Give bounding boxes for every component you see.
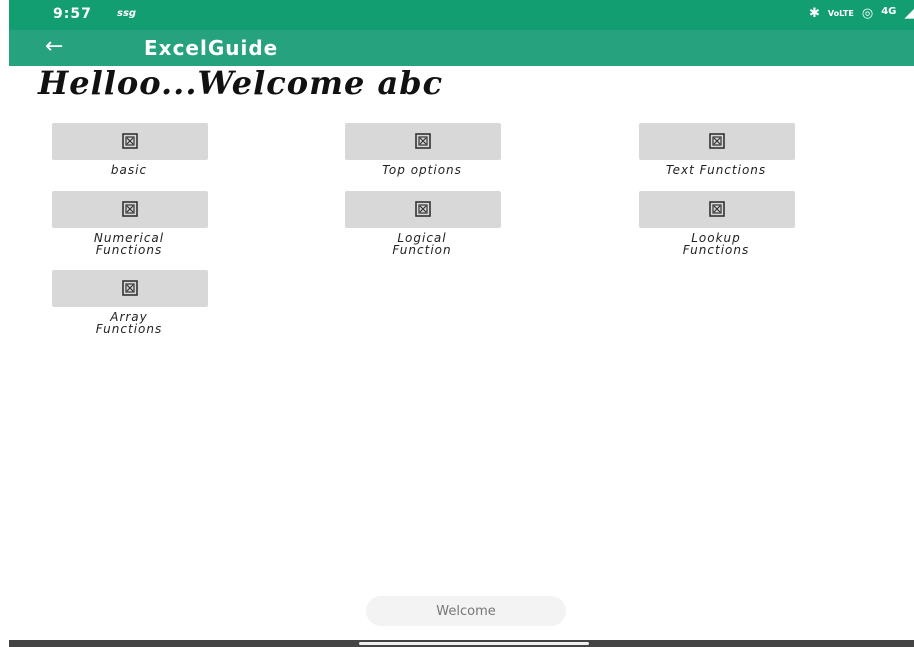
tile-basic: basic — [39, 123, 208, 176]
status-bar: 9:57 ssg ✱ VoLTE ◎ 4G ◢ ▮ — [9, 0, 914, 30]
app-title: ExcelGuide — [144, 36, 279, 60]
welcome-button[interactable]: Welcome — [366, 596, 566, 626]
logical-function-label: Logical Function — [392, 231, 452, 257]
numerical-functions-button[interactable] — [52, 191, 208, 228]
screen-edge — [0, 0, 9, 647]
excel-file-icon — [709, 201, 725, 217]
excel-file-icon — [122, 133, 138, 149]
top-options-label: Top options — [382, 163, 462, 177]
lookup-functions-label: Lookup Functions — [682, 231, 750, 257]
volte-icon: VoLTE — [827, 9, 854, 18]
home-gesture-handle[interactable] — [359, 642, 589, 645]
top-options-button[interactable] — [345, 123, 501, 160]
basic-button[interactable] — [52, 123, 208, 160]
navigation-bar — [9, 640, 914, 647]
back-arrow-icon[interactable]: ← — [45, 34, 63, 60]
excel-file-icon — [709, 133, 725, 149]
status-icons: ✱ VoLTE ◎ 4G ◢ ▮ — [809, 6, 914, 22]
tile-top-options: Top options — [332, 123, 501, 176]
lookup-functions-button[interactable] — [639, 191, 795, 228]
tile-logical-function: Logical Function — [332, 191, 501, 257]
4g-signal-icon: ◢ — [904, 6, 914, 21]
network-label: 4G — [881, 6, 897, 17]
logical-function-button[interactable] — [345, 191, 501, 228]
tile-array-functions: Array Functions — [39, 270, 208, 336]
array-functions-button[interactable] — [52, 270, 208, 307]
text-functions-label: Text Functions — [665, 163, 767, 177]
numerical-functions-label: Numerical Functions — [93, 231, 165, 257]
app-bar: ← ExcelGuide — [9, 30, 914, 66]
basic-label: basic — [110, 163, 148, 177]
status-extra: ssg — [117, 8, 137, 19]
excel-file-icon — [122, 280, 138, 296]
excel-file-icon — [415, 201, 431, 217]
greeting-heading: Helloo...Welcome abc — [38, 64, 444, 102]
text-functions-button[interactable] — [639, 123, 795, 160]
tile-lookup-functions: Lookup Functions — [626, 191, 795, 257]
excel-file-icon — [122, 201, 138, 217]
tile-text-functions: Text Functions — [626, 123, 795, 176]
bluetooth-icon: ✱ — [809, 6, 820, 21]
hotspot-icon: ◎ — [861, 6, 874, 21]
excel-file-icon — [415, 133, 431, 149]
status-time: 9:57 — [53, 6, 92, 22]
tile-numerical-functions: Numerical Functions — [39, 191, 208, 257]
array-functions-label: Array Functions — [95, 310, 163, 336]
